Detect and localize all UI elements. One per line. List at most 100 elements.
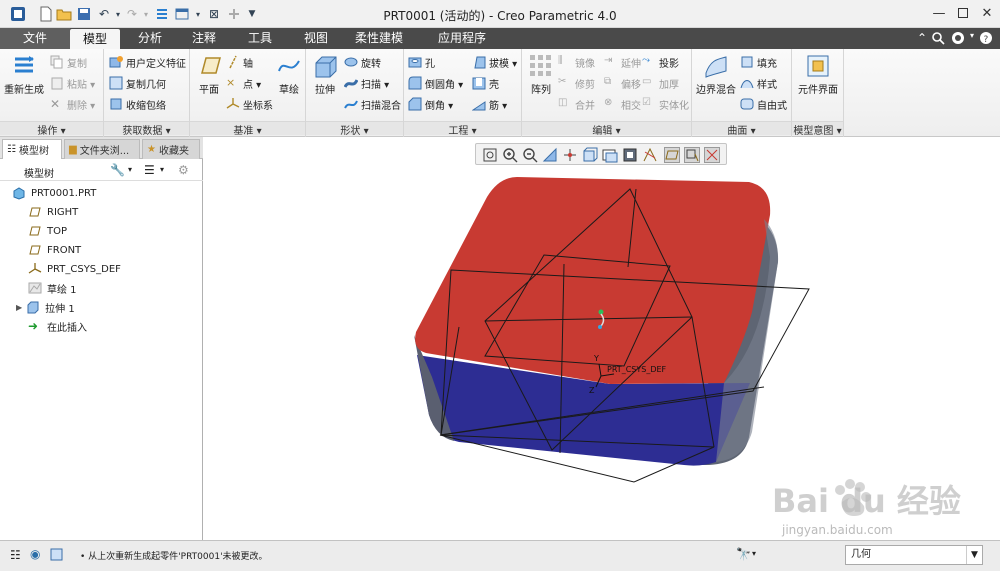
tab-model-tree-label: 模型树 — [18, 146, 49, 157]
tree-item-right-label: RIGHT — [47, 206, 79, 218]
extend-button[interactable]: ⇥ 延伸 — [604, 53, 641, 71]
pattern-icon — [528, 53, 554, 79]
tree-item-front-label: FRONT — [47, 244, 82, 256]
selection-filter-dropdown[interactable]: 几何 ▼ — [845, 545, 983, 565]
collapse-ribbon-icon[interactable]: ⌃ — [914, 31, 930, 47]
navigator-toggle-icon[interactable]: ☷ — [10, 548, 21, 562]
sweep-button[interactable]: 扫描 ▾ — [343, 74, 389, 92]
mirror-button[interactable]: ⫼ 镜像 — [558, 53, 595, 71]
help-icon[interactable]: ? — [978, 31, 994, 47]
tab-favorites[interactable]: ★ 收藏夹 — [142, 139, 200, 159]
tab-applications[interactable]: 应用程序 — [426, 28, 498, 49]
copy-geometry-button[interactable]: 复制几何 — [109, 74, 166, 92]
tree-item-extrude[interactable]: ▶ 拉伸 1 — [16, 298, 75, 316]
title-bar: ↶ ▾ ↷ ▾ ▾ ⊠ ▼ PRT0001 (活动的) - Creo Param… — [0, 0, 1000, 28]
shrinkwrap-button[interactable]: 收缩包络 — [109, 95, 166, 113]
draft-button[interactable]: 拔模 ▾ — [472, 53, 517, 71]
group-label-datum[interactable]: 基准 ▾ — [190, 121, 305, 137]
tab-view[interactable]: 视图 — [292, 28, 340, 49]
tab-folder-browser[interactable]: ▆ 文件夹浏... — [64, 139, 140, 159]
group-label-operations[interactable]: 操作 ▾ — [0, 121, 103, 137]
tree-filter-icon[interactable]: ⚙ — [178, 163, 189, 177]
project-button[interactable]: ⤳ 投影 — [642, 53, 679, 71]
fullscreen-icon[interactable] — [50, 548, 63, 564]
browser-toggle-icon[interactable]: ◉ — [30, 547, 40, 561]
group-label-get-data[interactable]: 获取数据 ▾ — [104, 121, 189, 137]
trim-button[interactable]: ✂ 修剪 — [558, 74, 595, 92]
insert-arrow-icon: ➜ — [28, 319, 39, 333]
hole-label: 孔 — [425, 58, 435, 70]
tree-item-top[interactable]: TOP — [28, 222, 67, 240]
group-label-editing[interactable]: 编辑 ▾ — [522, 121, 691, 137]
fill-button[interactable]: 填充 — [740, 53, 777, 71]
pattern-button[interactable]: 阵列 — [526, 53, 556, 96]
search-icon[interactable] — [930, 31, 946, 47]
swept-blend-button[interactable]: 扫描混合 — [344, 95, 401, 113]
find-icon[interactable]: 🔭 — [736, 547, 751, 561]
tree-item-front[interactable]: FRONT — [28, 241, 81, 259]
tab-flexible-modeling[interactable]: 柔性建模 — [344, 28, 414, 49]
freestyle-button[interactable]: 自由式 — [740, 95, 787, 113]
tree-show-icon[interactable]: ☰ — [144, 163, 155, 177]
find-dropdown-icon[interactable]: ▾ — [752, 549, 756, 558]
group-label-model-intent[interactable]: 模型意图 ▾ — [792, 121, 843, 137]
axis-button[interactable]: 轴 — [226, 53, 253, 71]
tab-annotate[interactable]: 注释 — [180, 28, 228, 49]
intersect-button[interactable]: ⊗ 相交 — [604, 95, 641, 113]
group-label-shapes[interactable]: 形状 ▾ — [306, 121, 403, 137]
boundary-blend-button[interactable]: 边界混合 — [694, 53, 738, 96]
thicken-icon: ▭ — [642, 76, 652, 87]
offset-button[interactable]: ⧉ 偏移 — [604, 74, 641, 92]
paste-button[interactable]: 粘贴 ▾ — [50, 74, 95, 92]
rib-button[interactable]: 筋 ▾ — [471, 95, 507, 113]
tree-show-dropdown-icon[interactable]: ▾ — [160, 165, 164, 174]
hole-button[interactable]: 孔 — [408, 53, 435, 71]
tree-settings-dropdown-icon[interactable]: ▾ — [128, 165, 132, 174]
maximize-button[interactable] — [952, 4, 974, 22]
group-label-engineering[interactable]: 工程 ▾ — [404, 121, 521, 137]
tree-item-part[interactable]: PRT0001.PRT — [12, 184, 96, 202]
minimize-button[interactable]: — — [928, 4, 950, 22]
status-bar: ☷ ◉ • 从上次重新生成起零件'PRT0001'未被更改。 🔭 ▾ 几何 ▼ — [0, 540, 1000, 571]
tree-item-csys[interactable]: PRT_CSYS_DEF — [28, 260, 121, 278]
graphics-window[interactable]: PRT_CSYS_DEF Y Z Bai du 经验 jingyan.baidu… — [204, 137, 1000, 540]
copy-button[interactable]: 复制 — [50, 53, 87, 71]
intersect-icon: ⊗ — [604, 97, 613, 108]
close-button[interactable]: ✕ — [976, 4, 998, 22]
component-interface-button[interactable]: 元件界面 — [794, 53, 842, 96]
merge-button[interactable]: ◫ 合并 — [558, 95, 595, 113]
revolve-button[interactable]: 旋转 — [344, 53, 381, 71]
shell-button[interactable]: 壳 — [472, 74, 499, 92]
plane-button[interactable]: 平面 — [194, 53, 224, 96]
group-label-surfaces[interactable]: 曲面 ▾ — [692, 121, 791, 137]
point-button[interactable]: × 点 ▾ — [226, 74, 261, 92]
tree-item-right[interactable]: RIGHT — [28, 203, 78, 221]
tree-item-sketch[interactable]: 草绘 1 — [28, 279, 77, 297]
tab-model-tree[interactable]: ☷ 模型树 — [2, 139, 62, 159]
draft-icon — [472, 55, 486, 69]
expand-arrow-icon[interactable]: ▶ — [16, 303, 22, 312]
udf-button[interactable]: 用户定义特征 — [109, 53, 186, 71]
regenerate-icon — [11, 53, 37, 79]
solidify-button[interactable]: ☑ 实体化 — [642, 95, 689, 113]
delete-button[interactable]: ✕ 删除 ▾ — [50, 95, 95, 113]
tab-file[interactable]: 文件 — [0, 28, 70, 49]
delete-icon: ✕ — [50, 97, 61, 111]
thicken-button[interactable]: ▭ 加厚 — [642, 74, 679, 92]
tab-tools[interactable]: 工具 — [236, 28, 284, 49]
regenerate-label: 重新生成 — [4, 85, 44, 96]
paste-label: 粘贴 ▾ — [67, 79, 96, 91]
style-button[interactable]: 样式 — [740, 74, 777, 92]
csys-label: 坐标系 — [243, 100, 273, 112]
tree-item-insert-here[interactable]: ➜ 在此插入 — [28, 317, 87, 335]
sketch-button[interactable]: 草绘 — [274, 53, 304, 96]
regenerate-button[interactable]: 重新生成 — [4, 53, 44, 96]
tab-analysis[interactable]: 分析 — [126, 28, 174, 49]
csys-button[interactable]: 坐标系 — [226, 95, 273, 113]
round-button[interactable]: 倒圆角 ▾ — [408, 74, 463, 92]
chamfer-button[interactable]: 倒角 ▾ — [408, 95, 453, 113]
tab-model[interactable]: 模型 — [70, 29, 120, 49]
extrude-button[interactable]: 拉伸 — [310, 53, 340, 96]
group-datum: 平面 轴 × 点 ▾ 坐标系 草绘 基准 ▾ — [190, 49, 306, 137]
tree-settings-icon[interactable]: 🔧 — [110, 163, 125, 177]
